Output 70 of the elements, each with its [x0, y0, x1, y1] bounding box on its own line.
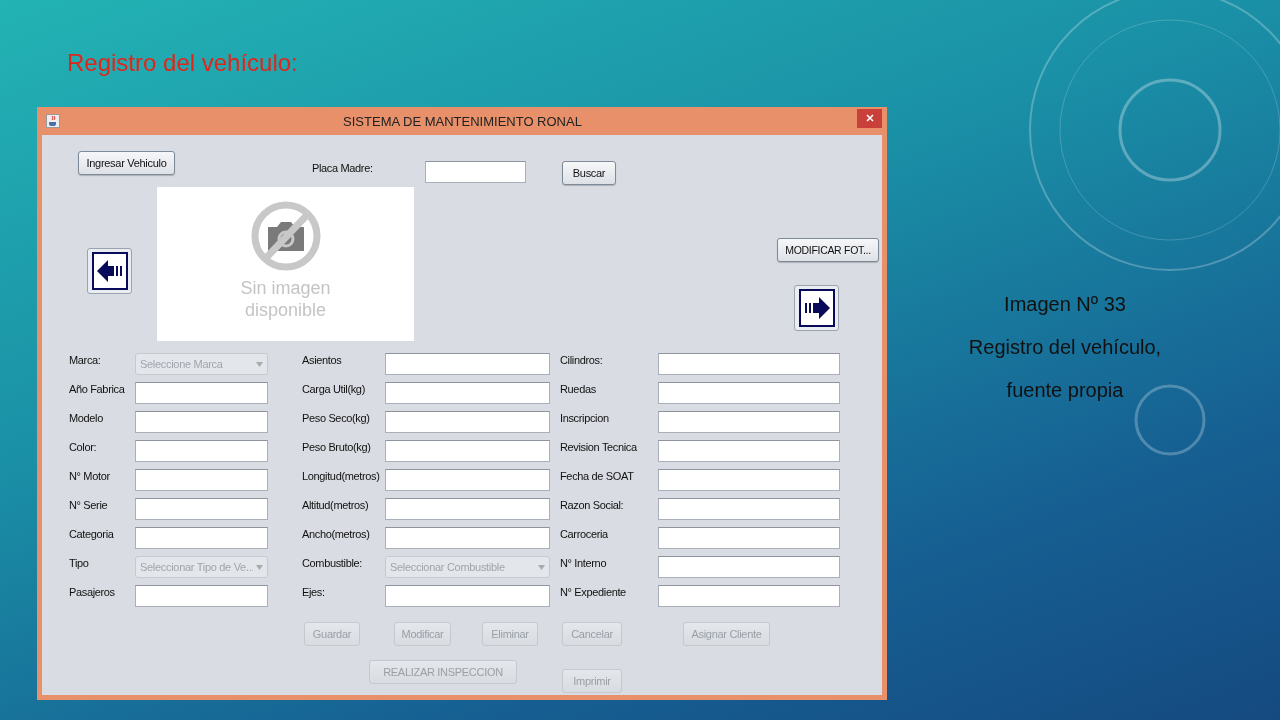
coffee-cup-icon — [46, 114, 60, 128]
close-button[interactable] — [857, 108, 882, 128]
caret-icon — [256, 361, 263, 367]
input-field[interactable] — [385, 440, 550, 462]
input-field[interactable] — [658, 411, 840, 433]
field-label: Categoria — [69, 527, 115, 540]
input-field[interactable] — [135, 382, 268, 404]
field-label: Ejes: — [302, 585, 326, 598]
input-field[interactable] — [658, 469, 840, 491]
next-button[interactable] — [794, 285, 839, 331]
field-label: Inscripcion — [560, 411, 610, 424]
previous-button[interactable] — [87, 248, 132, 294]
input-field[interactable] — [385, 585, 550, 607]
field-label: Año Fabrica — [69, 382, 126, 395]
input-field[interactable] — [658, 440, 840, 462]
field-label: Pasajeros — [69, 585, 116, 598]
input-field[interactable] — [658, 527, 840, 549]
input-field[interactable] — [658, 353, 840, 375]
slide-title: Registro del vehículo: — [67, 49, 299, 78]
field-label: Tipo — [69, 556, 90, 569]
caption-text: Imagen Nº 33 — [1004, 292, 1126, 317]
field-label: N° Interno — [560, 556, 608, 569]
field-label: Marca: — [69, 353, 102, 366]
field-label: Placa Madre: — [312, 161, 374, 174]
field-label: Combustible: — [302, 556, 363, 569]
field-label: Carroceria — [560, 527, 609, 540]
field-label: Razon Social: — [560, 498, 625, 511]
input-field[interactable] — [385, 498, 550, 520]
field-label: Cilindros: — [560, 353, 604, 366]
input-field[interactable] — [135, 527, 268, 549]
field-label: N° Serie — [69, 498, 109, 511]
input-field[interactable] — [658, 556, 840, 578]
enter-vehicle-button[interactable]: Ingresar Vehiculo — [78, 151, 175, 175]
field-label: Fecha de SOAT — [560, 469, 635, 482]
input-field[interactable] — [135, 585, 268, 607]
close-icon — [865, 114, 874, 122]
field-label: Revision Tecnica — [560, 440, 638, 453]
field-label: Modelo — [69, 411, 104, 424]
input-field[interactable] — [385, 382, 550, 404]
input-field[interactable] — [135, 440, 268, 462]
input-field[interactable] — [385, 527, 550, 549]
input-field[interactable] — [658, 585, 840, 607]
input-field[interactable] — [658, 382, 840, 404]
no-image-text: Sin imagen disponible — [240, 277, 331, 321]
field-label: Altitud(metros) — [302, 498, 370, 511]
search-button[interactable]: Buscar — [562, 161, 616, 185]
caret-icon — [538, 564, 545, 570]
input-field[interactable] — [385, 469, 550, 491]
field-label: Peso Bruto(kg) — [302, 440, 372, 453]
field-label: Longitud(metros) — [302, 469, 381, 482]
field-label: Peso Seco(kg) — [302, 411, 371, 424]
input-field[interactable] — [135, 411, 268, 433]
field-label: Color: — [69, 440, 98, 453]
window-title: SISTEMA DE MANTENIMIENTO RONAL — [342, 113, 583, 129]
input-field[interactable] — [135, 498, 268, 520]
field-label: Carga Util(kg) — [302, 382, 366, 395]
caret-icon — [256, 564, 263, 570]
field-label: Asientos — [302, 353, 343, 366]
input-field[interactable] — [135, 469, 268, 491]
field-label: Ancho(metros) — [302, 527, 371, 540]
caption-text: fuente propia — [1006, 378, 1124, 403]
field-label: Ruedas — [560, 382, 597, 395]
input-field[interactable] — [658, 498, 840, 520]
field-label: N° Motor — [69, 469, 111, 482]
plate-input-field[interactable] — [425, 161, 526, 183]
input-field[interactable] — [385, 411, 550, 433]
modify-photo-button[interactable]: MODIFICAR FOT... — [777, 238, 879, 262]
input-field[interactable] — [385, 353, 550, 375]
caption-text: Registro del vehículo, — [968, 335, 1162, 360]
field-label: N° Expediente — [560, 585, 627, 598]
